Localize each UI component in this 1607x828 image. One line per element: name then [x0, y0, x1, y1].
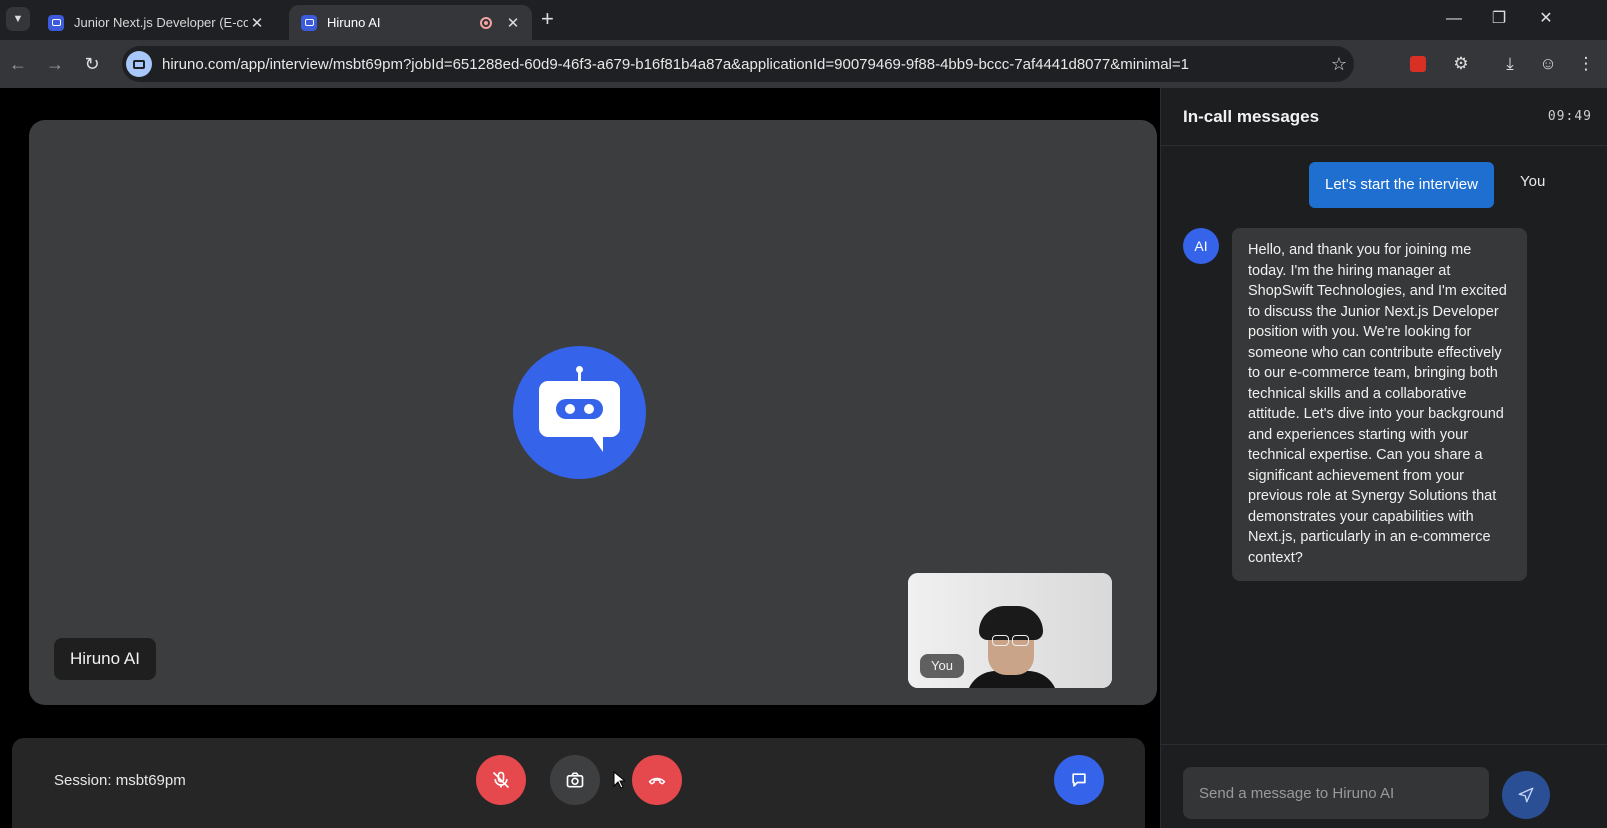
session-id-text: Session: msbt69pm — [54, 772, 186, 789]
profile-icon[interactable]: ☺ — [1536, 52, 1560, 76]
extensions-puzzle-icon[interactable]: ⚙ — [1449, 52, 1473, 76]
mouse-cursor-icon — [613, 771, 625, 789]
robot-chat-icon — [513, 346, 646, 479]
site-info-icon[interactable] — [126, 51, 152, 77]
reload-button[interactable]: ↻ — [80, 52, 104, 76]
browser-tab-job[interactable]: Junior Next.js Developer (E-com ✕ — [36, 5, 276, 40]
close-window-button[interactable]: ✕ — [1534, 8, 1558, 32]
menu-kebab-icon[interactable]: ⋮ — [1574, 52, 1598, 76]
browser-toolbar: ← → ↻ hiruno.com/app/interview/msbt69pm?… — [0, 40, 1607, 88]
chevron-down-icon: ▼ — [12, 13, 24, 25]
interview-app: Hiruno AI You Session: msbt69pm In-call … — [0, 88, 1607, 828]
user-sender-label: You — [1520, 173, 1546, 190]
tab-title: Hiruno AI — [327, 15, 381, 30]
hiruno-favicon-icon — [301, 14, 317, 31]
extension-badge-icon — [1410, 56, 1426, 72]
call-timer: 09:49 — [1547, 109, 1592, 124]
close-tab-icon[interactable]: ✕ — [248, 14, 266, 32]
participant-name-label: Hiruno AI — [54, 638, 156, 680]
self-video-preview: You — [908, 573, 1112, 688]
ai-video-tile: Hiruno AI You — [29, 120, 1157, 705]
message-input[interactable] — [1183, 767, 1489, 819]
chat-bubble-icon — [1072, 773, 1086, 787]
toggle-chat-button[interactable] — [1054, 755, 1104, 805]
chat-panel: In-call messages 09:49 Let's start the i… — [1160, 88, 1607, 828]
hiruno-favicon-icon — [48, 14, 64, 31]
ai-avatar: AI — [1183, 228, 1219, 264]
back-button[interactable]: ← — [6, 52, 30, 76]
browser-tabstrip: ▼ Junior Next.js Developer (E-com ✕ Hiru… — [0, 0, 1607, 40]
end-call-button[interactable] — [632, 755, 682, 805]
send-icon — [1518, 787, 1534, 803]
tab-title: Junior Next.js Developer (E-com — [74, 15, 248, 30]
url-text: hiruno.com/app/interview/msbt69pm?jobId=… — [162, 55, 1189, 73]
self-name-label: You — [920, 654, 964, 678]
camera-icon — [566, 772, 584, 788]
toggle-camera-button[interactable] — [550, 755, 600, 805]
tab-search-button[interactable]: ▼ — [6, 7, 30, 31]
download-icon[interactable]: ⤓ — [1498, 52, 1522, 76]
new-tab-button[interactable]: + — [541, 8, 554, 30]
chat-panel-title: In-call messages — [1183, 107, 1320, 126]
recording-icon — [480, 16, 492, 29]
send-message-button[interactable] — [1502, 771, 1550, 819]
hang-up-icon — [648, 777, 666, 785]
toggle-microphone-button[interactable] — [476, 755, 526, 805]
address-bar[interactable]: hiruno.com/app/interview/msbt69pm?jobId=… — [122, 46, 1354, 82]
mic-off-icon — [492, 771, 510, 789]
close-tab-icon[interactable]: ✕ — [504, 14, 522, 32]
bookmark-star-icon[interactable]: ☆ — [1324, 54, 1354, 75]
minimize-window-button[interactable]: — — [1442, 8, 1466, 32]
ai-message-bubble: Hello, and thank you for joining me toda… — [1232, 228, 1527, 581]
user-message-bubble: Let's start the interview — [1309, 162, 1494, 208]
browser-tab-hiruno[interactable]: Hiruno AI ✕ — [289, 5, 532, 40]
chat-panel-header: In-call messages 09:49 — [1161, 88, 1607, 146]
message-composer — [1161, 744, 1607, 828]
call-control-bar: Session: msbt69pm — [12, 738, 1145, 828]
forward-button[interactable]: → — [43, 52, 67, 76]
restore-window-button[interactable]: ❐ — [1487, 8, 1511, 32]
